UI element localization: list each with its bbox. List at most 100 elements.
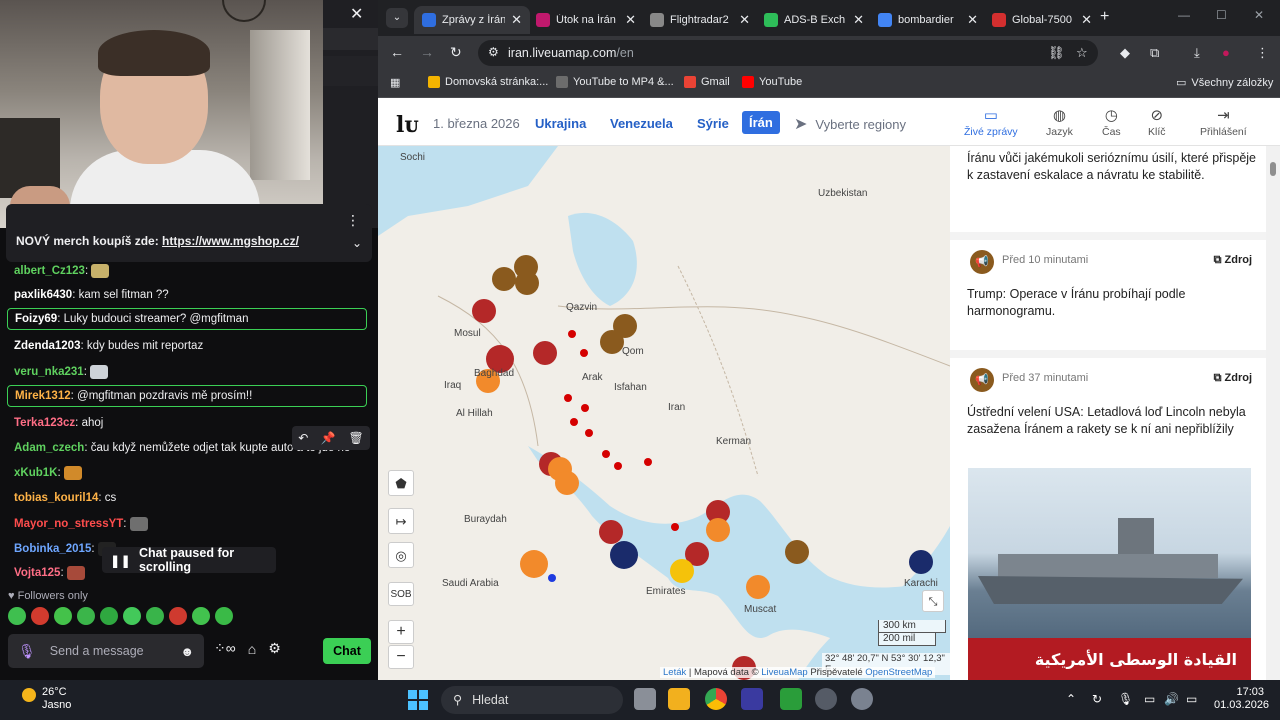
bookmark-item[interactable]: Gmail [684,76,730,88]
chat-message[interactable]: Foizy69: Luky budouci streamer? @mgfitma… [7,308,367,330]
pin-icon[interactable]: 📌 [321,431,336,445]
chat-username[interactable]: tobias_kouril14 [14,492,98,504]
extensions-puzzle-icon[interactable]: ⧉ [1150,45,1159,61]
maximize-icon[interactable]: ☐ [1216,8,1227,22]
chat-username[interactable]: albert_Cz123 [14,265,85,277]
tab-close-icon[interactable]: ✕ [511,12,522,28]
windows-start-icon[interactable] [408,690,428,710]
tab-close-icon[interactable]: ✕ [1081,12,1092,28]
chat-username[interactable]: Bobinka_2015 [14,543,91,555]
aircraft-carrier-image[interactable]: القيادة الوسطى الأمريكية [968,468,1251,680]
emote-icon[interactable] [169,607,187,625]
weather-widget[interactable]: 26°C Jasno [22,686,71,712]
osm-link[interactable]: OpenStreetMap [865,667,932,678]
bookmark-item[interactable]: YouTube [742,76,802,88]
feed-tab[interactable]: ⇥ Přihlášení [1200,106,1247,138]
chat-username[interactable]: Mirek1312 [15,390,71,402]
chat-message[interactable]: Mirek1312: @mgfitman pozdravis mě prosím… [7,385,367,407]
region-iran[interactable]: Írán [742,111,780,134]
feed-tab[interactable]: ⊘ Klíč [1148,106,1166,138]
feed-tab[interactable]: ▭ Živé zprávy [964,106,1018,138]
region-syrie[interactable]: Sýrie [697,116,729,131]
file-explorer-icon[interactable] [668,688,690,710]
chrome-icon[interactable] [705,688,727,710]
browser-tab[interactable]: Flightradar2 ✕ [642,6,758,34]
forward-icon[interactable]: → [420,44,434,60]
all-bookmarks[interactable]: ▭ Všechny záložky [1176,76,1273,90]
close-icon[interactable]: ✕ [350,4,363,24]
emote-icon[interactable] [192,607,210,625]
scroll-thumb[interactable] [1270,162,1276,176]
liveuamap-link[interactable]: LiveuaMap [761,667,807,678]
steam-icon[interactable] [815,688,837,710]
tab-close-icon[interactable]: ✕ [967,12,978,28]
more-options-icon[interactable]: ⋮ [346,212,360,229]
chat-message[interactable]: xKub1K: [14,466,82,480]
network-icon[interactable]: ▭ [1144,692,1155,706]
browser-tab[interactable]: Útok na Írán ✕ [528,6,644,34]
minimize-icon[interactable]: — [1178,8,1190,22]
chat-username[interactable]: Terka123cz [14,417,75,429]
new-tab-icon[interactable]: + [1100,8,1109,26]
visibility-icon[interactable]: ◎ [388,542,414,568]
bookmark-item[interactable]: YouTube to MP4 &... [556,76,674,88]
chat-message[interactable]: Vojta125: [14,566,85,580]
chevron-down-icon[interactable]: ⌄ [352,236,362,250]
chat-username[interactable]: Vojta125 [14,567,60,579]
feed-scrollbar[interactable] [1266,146,1280,680]
menu-icon[interactable]: ⋮ [1256,45,1269,61]
emote-icon[interactable] [54,607,72,625]
chat-message[interactable]: veru_nka231: [14,365,109,379]
extension-icon[interactable]: ◆ [1120,45,1130,61]
chat-username[interactable]: xKub1K [14,467,57,479]
emote-icon[interactable] [100,607,118,625]
mic-icon[interactable]: 🎙 [1118,692,1133,706]
chat-username[interactable]: Mayor_no_stressYT [14,518,123,530]
emote-icon[interactable] [31,607,49,625]
map[interactable]: Sochi Uzbekistan Mosul Baghdad Iraq Al Hillah… [378,146,950,680]
chat-message[interactable]: tobias_kouril14: cs [14,492,116,504]
emote-icon[interactable] [123,607,141,625]
liveuamap-logo[interactable]: ⅼᴜ [396,112,419,138]
microphone-icon[interactable]: 🎙 [18,643,36,660]
source-link[interactable]: ⧉ Zdroj [1214,372,1252,385]
browser-tab[interactable]: bombardier ✕ [870,6,986,34]
feed-tab[interactable]: ◷ Čas [1102,106,1121,138]
chat-username[interactable]: paxlik6430 [14,289,72,301]
region-venezuela[interactable]: Venezuela [610,116,673,131]
expand-icon[interactable]: ⤡ [922,590,944,612]
profile-avatar[interactable]: ● [1222,45,1230,60]
clock[interactable]: 17:03 01.03.2026 [1214,686,1269,712]
delete-icon[interactable]: 🗑 [348,431,363,445]
bookmark-star-icon[interactable]: ☆ [1076,45,1088,61]
sync-icon[interactable]: ↻ [1092,692,1102,706]
battery-icon[interactable]: ▭ [1186,692,1197,706]
emoji-icon[interactable]: ☻ [180,644,194,659]
emote-icon[interactable] [146,607,164,625]
bookmark-item[interactable]: Domovská stránka:... [428,76,548,88]
feed-item[interactable]: Íránu vůči jakémukoli serióznímu úsilí, … [950,146,1266,232]
tab-close-icon[interactable]: ✕ [739,12,750,28]
chat-message[interactable]: albert_Cz123: [14,264,110,278]
site-info-icon[interactable]: ⚙ [488,45,499,59]
chat-message[interactable]: Bobinka_2015: [14,542,116,556]
browser-tab[interactable]: Global-7500 ✕ [984,6,1100,34]
chat-message[interactable]: Mayor_no_stressYT: [14,517,148,531]
sob-button[interactable]: SOB [388,582,414,606]
chat-paused-banner[interactable]: ❚❚ Chat paused for scrolling [102,546,276,574]
merch-link[interactable]: https://www.mgshop.cz/ [162,234,299,248]
emote-icon[interactable] [215,607,233,625]
measure-icon[interactable]: ↦ [388,508,414,534]
show-hidden-icons[interactable]: ⌃ [1066,692,1076,706]
draw-polygon-icon[interactable]: ⬟ [388,470,414,496]
chat-message-input[interactable]: 🎙 Send a message ☻ [8,634,204,668]
settings-icon[interactable] [851,688,873,710]
tab-close-icon[interactable]: ✕ [853,12,864,28]
bits-icon[interactable]: ⁘∞ [214,640,236,657]
chat-message[interactable]: Terka123cz: ahoj [14,417,103,429]
apps-icon[interactable]: ▦ [390,76,400,89]
zoom-in-button[interactable]: + [388,620,414,644]
task-view-icon[interactable] [634,688,656,710]
tab-close-icon[interactable]: ✕ [625,12,636,28]
obs-icon[interactable] [741,688,763,710]
